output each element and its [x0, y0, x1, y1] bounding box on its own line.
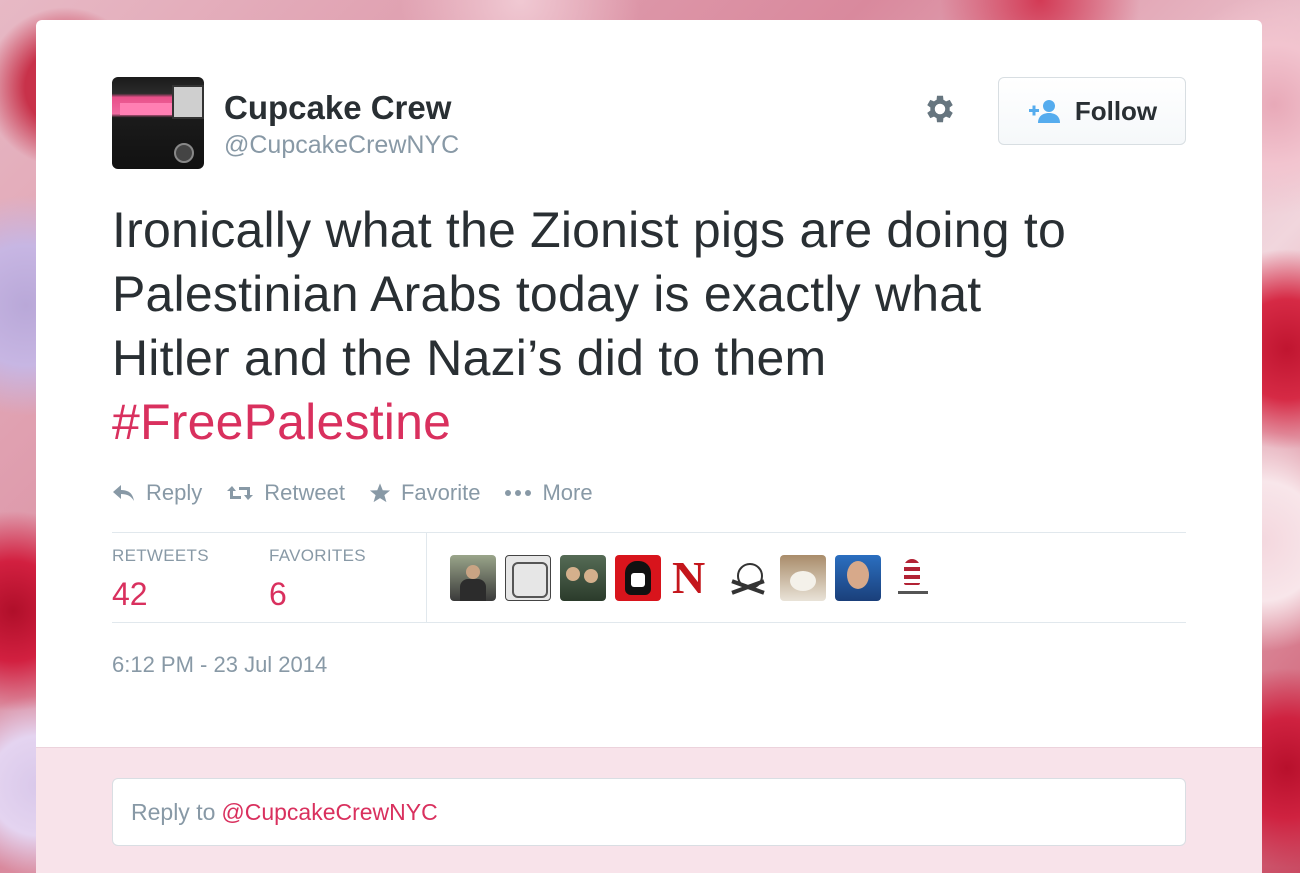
retweeter-avatar[interactable]: N — [670, 555, 716, 601]
stats-divider-bottom — [112, 622, 1186, 623]
avatar-wheel — [174, 143, 194, 163]
retweeter-avatar[interactable] — [725, 555, 771, 601]
retweeter-avatar[interactable] — [505, 555, 551, 601]
favorites-count: 6 — [269, 576, 287, 612]
retweet-icon — [227, 486, 254, 500]
favorites-label: FAVORITES — [269, 546, 366, 565]
hashtag-link[interactable]: #FreePalestine — [112, 390, 1192, 454]
gear-icon[interactable] — [922, 91, 958, 127]
retweets-stat[interactable]: RETWEETS 42 — [112, 546, 209, 613]
tweet-text-line: Hitler and the Nazi’s did to them — [112, 330, 827, 386]
favorites-stat[interactable]: FAVORITES 6 — [269, 546, 366, 613]
reply-prefix: Reply to — [131, 798, 216, 825]
retweets-count: 42 — [112, 576, 148, 612]
retweeter-avatar[interactable] — [615, 555, 661, 601]
reply-action[interactable]: Reply — [112, 480, 202, 506]
author-avatar[interactable] — [112, 77, 204, 169]
author-handle[interactable]: @CupcakeCrewNYC — [224, 131, 459, 160]
retweet-label: Retweet — [264, 480, 345, 505]
tweet-card: Cupcake Crew @CupcakeCrewNYC Follow Iron… — [36, 20, 1262, 873]
tweet-header: Cupcake Crew @CupcakeCrewNYC Follow — [112, 77, 1186, 169]
retweeter-avatar[interactable] — [560, 555, 606, 601]
retweeter-avatar[interactable] — [780, 555, 826, 601]
stats-divider-top — [112, 532, 1186, 533]
tweet-timestamp[interactable]: 6:12 PM - 23 Jul 2014 — [112, 652, 327, 678]
tweet-text-line: Ironically what the Zionist pigs are doi… — [112, 202, 1066, 258]
follow-label: Follow — [1074, 95, 1158, 126]
retweeter-avatar[interactable] — [450, 555, 496, 601]
tweet-text-line: Palestinian Arabs today is exactly what — [112, 266, 982, 322]
retweets-label: RETWEETS — [112, 546, 209, 565]
more-action[interactable]: More — [504, 480, 593, 506]
reply-mention: @CupcakeCrewNYC — [221, 798, 438, 825]
star-icon — [369, 483, 391, 503]
add-user-icon — [1028, 100, 1060, 123]
more-dots-icon — [505, 490, 532, 496]
reply-area: Reply to @CupcakeCrewNYC — [36, 747, 1262, 873]
follow-button[interactable]: Follow — [998, 77, 1186, 145]
stats-vertical-divider — [426, 533, 427, 622]
tweet-actions: Reply Retweet Favorite More — [112, 480, 593, 506]
tweet-text: Ironically what the Zionist pigs are doi… — [112, 198, 1192, 454]
favorite-label: Favorite — [400, 480, 481, 505]
avatar-stripe — [120, 103, 172, 115]
reply-label: Reply — [146, 480, 203, 505]
favorite-action[interactable]: Favorite — [369, 480, 480, 506]
retweeter-avatar[interactable] — [835, 555, 881, 601]
retweeter-avatar[interactable] — [890, 555, 936, 601]
reply-icon — [113, 485, 134, 501]
author-name[interactable]: Cupcake Crew — [224, 89, 451, 127]
more-label: More — [542, 480, 593, 505]
reply-input[interactable]: Reply to @CupcakeCrewNYC — [112, 778, 1186, 846]
retweet-action[interactable]: Retweet — [226, 480, 345, 506]
avatar-window — [172, 85, 204, 119]
retweeter-avatars: N — [450, 555, 936, 601]
